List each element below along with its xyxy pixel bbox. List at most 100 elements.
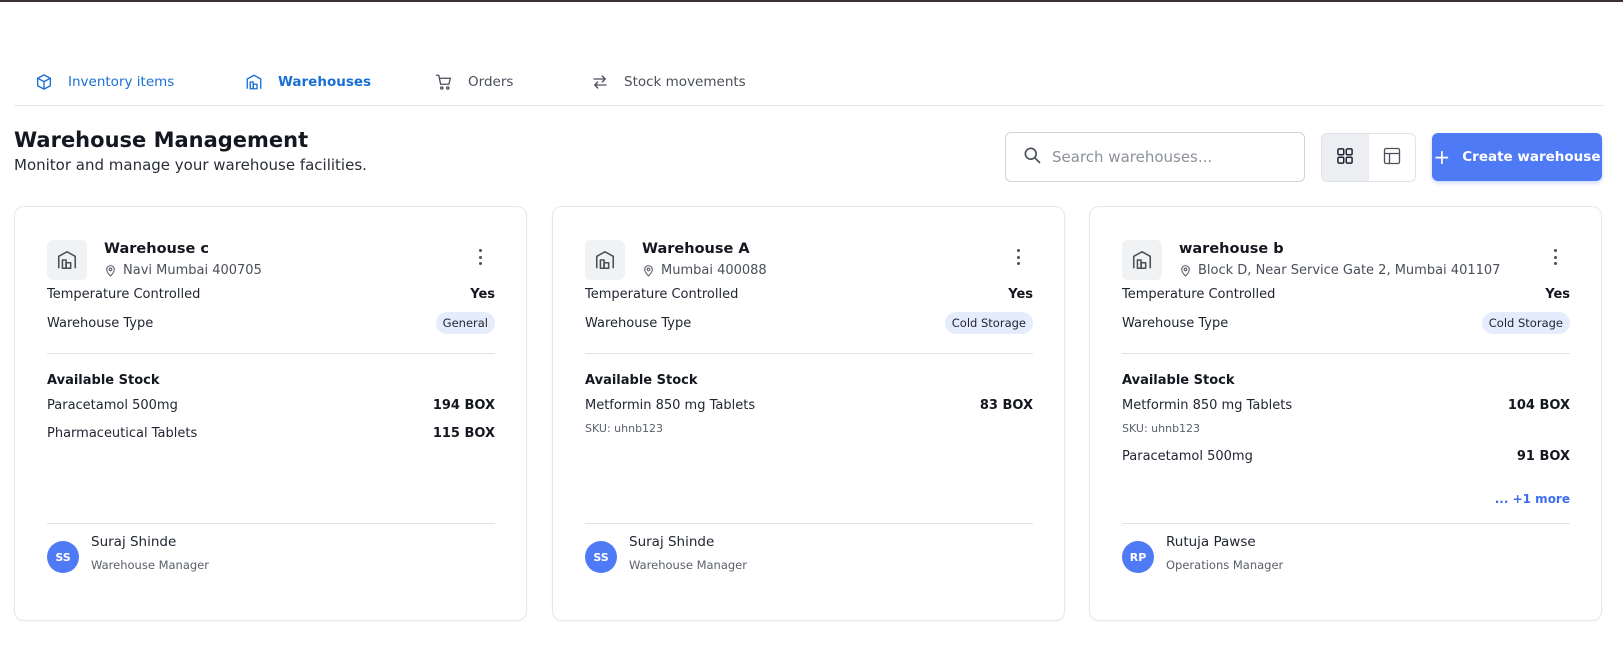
- tab-warehouses[interactable]: Warehouses: [244, 70, 371, 94]
- stock-item: Metformin 850 mg Tablets 104 BOX: [1122, 398, 1570, 413]
- manager-role: Warehouse Manager: [629, 558, 747, 572]
- search-icon: [1022, 145, 1042, 169]
- more-options-icon[interactable]: [1547, 247, 1563, 267]
- search-box: [1005, 132, 1305, 182]
- stock-item-qty: 194 BOX: [432, 398, 495, 413]
- warehouse-icon: [244, 72, 264, 92]
- temperature-label: Temperature Controlled: [1122, 287, 1276, 302]
- type-badge: Cold Storage: [1481, 312, 1570, 334]
- stock-item-name: Pharmaceutical Tablets: [47, 426, 198, 441]
- warehouse-card[interactable]: Warehouse A Mumbai 400088 Temperature Co…: [552, 206, 1065, 621]
- stock-item-name: Metformin 850 mg Tablets: [1122, 398, 1293, 413]
- tab-label: Orders: [468, 74, 514, 90]
- more-options-icon[interactable]: [472, 247, 488, 267]
- cart-icon: [434, 72, 454, 92]
- manager-role: Warehouse Manager: [91, 558, 209, 572]
- stock-item-name: Metformin 850 mg Tablets: [585, 398, 756, 413]
- location-pin-icon: [104, 264, 117, 277]
- location-pin-icon: [1179, 264, 1192, 277]
- warehouse-location: Navi Mumbai 400705: [104, 263, 262, 278]
- avatar: SS: [585, 541, 617, 573]
- divider: [1122, 523, 1570, 524]
- type-row: Warehouse Type Cold Storage: [1122, 312, 1570, 334]
- available-stock-title: Available Stock: [585, 373, 698, 388]
- temperature-label: Temperature Controlled: [585, 287, 739, 302]
- temperature-label: Temperature Controlled: [47, 287, 201, 302]
- stock-item-qty: 104 BOX: [1507, 398, 1570, 413]
- temperature-value: Yes: [1008, 287, 1033, 302]
- manager-name: Suraj Shinde: [91, 534, 177, 550]
- tab-stock-movements[interactable]: Stock movements: [590, 70, 746, 94]
- view-toggle: [1321, 133, 1416, 182]
- divider: [47, 523, 495, 524]
- manager-role: Operations Manager: [1166, 558, 1284, 572]
- page-subtitle: Monitor and manage your warehouse facili…: [14, 156, 367, 174]
- stock-item-qty: 83 BOX: [979, 398, 1033, 413]
- tab-inventory-items[interactable]: Inventory items: [34, 70, 174, 94]
- tab-orders[interactable]: Orders: [434, 70, 513, 94]
- create-warehouse-label: Create warehouse: [1462, 149, 1601, 165]
- avatar: RP: [1122, 541, 1154, 573]
- stock-item: Paracetamol 500mg 194 BOX: [47, 398, 495, 413]
- divider: [47, 353, 495, 354]
- type-label: Warehouse Type: [47, 315, 154, 331]
- page-title: Warehouse Management: [14, 128, 309, 152]
- box-icon: [34, 72, 54, 92]
- manager-name: Rutuja Pawse: [1166, 534, 1256, 550]
- warehouse-location: Block D, Near Service Gate 2, Mumbai 401…: [1179, 263, 1500, 278]
- warehouse-location: Mumbai 400088: [642, 263, 767, 278]
- tab-label: Inventory items: [68, 74, 175, 90]
- location-pin-icon: [642, 264, 655, 277]
- more-items-link[interactable]: ... +1 more: [1495, 492, 1570, 506]
- top-border: [0, 0, 1623, 2]
- table-view-button[interactable]: [1369, 134, 1416, 181]
- stock-item-name: Paracetamol 500mg: [1122, 449, 1253, 464]
- temperature-row: Temperature Controlled Yes: [47, 287, 495, 302]
- swap-arrows-icon: [590, 72, 610, 92]
- temperature-value: Yes: [1545, 287, 1570, 302]
- location-text: Navi Mumbai 400705: [123, 263, 262, 278]
- warehouse-icon: [1122, 240, 1162, 280]
- warehouse-card[interactable]: Warehouse c Navi Mumbai 400705 Temperatu…: [14, 206, 527, 621]
- temperature-row: Temperature Controlled Yes: [585, 287, 1033, 302]
- temperature-value: Yes: [470, 287, 495, 302]
- stock-item-qty: 115 BOX: [432, 426, 495, 441]
- stock-item-sku: SKU: uhnb123: [1122, 422, 1201, 435]
- grid-icon: [1335, 146, 1355, 170]
- stock-item-qty: 91 BOX: [1516, 449, 1570, 464]
- manager-name: Suraj Shinde: [629, 534, 715, 550]
- plus-icon: +: [1433, 145, 1451, 169]
- grid-view-button[interactable]: [1322, 134, 1369, 181]
- stock-item: Paracetamol 500mg 91 BOX: [1122, 449, 1570, 464]
- tab-label: Stock movements: [624, 74, 746, 90]
- warehouse-icon: [47, 240, 87, 280]
- location-text: Mumbai 400088: [661, 263, 767, 278]
- type-badge: Cold Storage: [944, 312, 1033, 334]
- stock-item-name: Paracetamol 500mg: [47, 398, 178, 413]
- available-stock-title: Available Stock: [47, 373, 160, 388]
- temperature-row: Temperature Controlled Yes: [1122, 287, 1570, 302]
- type-label: Warehouse Type: [585, 315, 692, 331]
- more-options-icon[interactable]: [1010, 247, 1026, 267]
- warehouse-name: warehouse b: [1179, 241, 1284, 257]
- stock-item: Pharmaceutical Tablets 115 BOX: [47, 426, 495, 441]
- type-badge: General: [435, 312, 495, 334]
- divider: [585, 523, 1033, 524]
- type-row: Warehouse Type Cold Storage: [585, 312, 1033, 334]
- stock-item: Metformin 850 mg Tablets 83 BOX: [585, 398, 1033, 413]
- available-stock-title: Available Stock: [1122, 373, 1235, 388]
- warehouse-name: Warehouse A: [642, 241, 750, 257]
- divider: [585, 353, 1033, 354]
- main-tabs: Inventory items Warehouses Orders Stock …: [14, 66, 1604, 106]
- warehouse-icon: [585, 240, 625, 280]
- warehouse-card[interactable]: warehouse b Block D, Near Service Gate 2…: [1089, 206, 1602, 621]
- type-label: Warehouse Type: [1122, 315, 1229, 331]
- type-row: Warehouse Type General: [47, 312, 495, 334]
- search-input[interactable]: [1052, 148, 1292, 166]
- divider: [1122, 353, 1570, 354]
- create-warehouse-button[interactable]: + Create warehouse: [1432, 133, 1602, 181]
- tab-label: Warehouses: [278, 74, 372, 90]
- table-icon: [1382, 146, 1402, 170]
- warehouse-name: Warehouse c: [104, 241, 209, 257]
- avatar: SS: [47, 541, 79, 573]
